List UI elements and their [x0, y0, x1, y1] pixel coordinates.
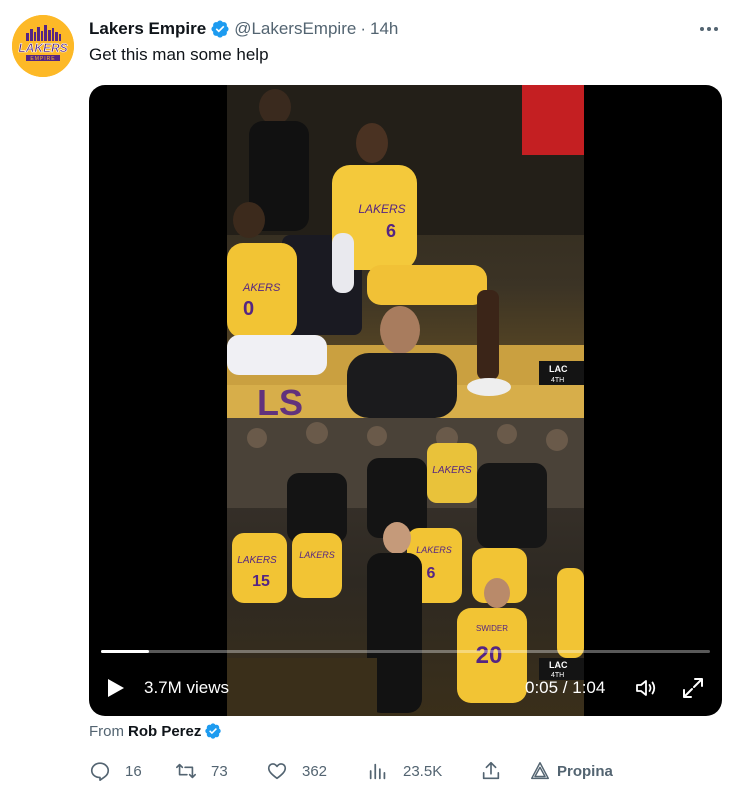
source-from-label: From	[89, 722, 124, 740]
video-progress-fill	[101, 650, 149, 653]
svg-text:LAKERS: LAKERS	[358, 202, 405, 216]
tweet-header: Lakers Empire @LakersEmpire · 14h	[89, 17, 398, 41]
like-button[interactable]: 362	[266, 756, 327, 786]
tip-button[interactable]: Propina	[529, 756, 613, 786]
scoreboard-team: LAC	[549, 660, 568, 670]
svg-text:LAKERS: LAKERS	[432, 465, 472, 476]
retweet-button[interactable]: 73	[175, 756, 228, 786]
jersey-number: 6	[427, 565, 436, 582]
more-dot-icon	[707, 27, 711, 31]
video-source: From Rob Perez	[89, 722, 222, 740]
scoreboard-period: 4TH	[551, 377, 564, 384]
tip-label: Propina	[557, 762, 613, 780]
verified-badge-icon	[205, 723, 222, 739]
jersey-number: 6	[386, 221, 396, 241]
avatar[interactable]: LAKERS EMPIRE	[12, 15, 74, 77]
play-icon[interactable]	[103, 676, 127, 700]
retweet-icon	[176, 763, 196, 779]
tweet-text: Get this man some help	[89, 45, 269, 64]
lakers-empire-logo-icon: LAKERS EMPIRE	[12, 15, 74, 77]
jersey-number: 15	[252, 573, 270, 590]
volume-icon[interactable]	[634, 676, 658, 700]
separator: ·	[360, 19, 366, 38]
video-controls: 3.7M views 0:05 / 1:04	[89, 670, 722, 706]
video-time: 0:05 / 1:04	[525, 678, 606, 697]
reply-count: 16	[125, 762, 142, 780]
fullscreen-icon[interactable]	[681, 676, 705, 700]
jersey-number: 0	[243, 298, 254, 320]
share-icon	[482, 761, 500, 780]
handle[interactable]: @LakersEmpire	[234, 19, 356, 39]
reply-button[interactable]: 16	[89, 756, 142, 786]
analytics-icon	[369, 763, 386, 780]
svg-text:LAKERS: LAKERS	[299, 550, 335, 560]
more-dot-icon	[700, 27, 704, 31]
jersey-text: SWIDER	[476, 624, 508, 633]
logo-text: LAKERS	[18, 41, 67, 55]
source-author-link[interactable]: Rob Perez	[128, 723, 201, 740]
video-frame-top: LS LAKERS 6 AKERS 0 LAC 4TH	[227, 85, 584, 418]
reply-icon	[90, 762, 110, 781]
video-view-count: 3.7M views	[144, 678, 230, 697]
views-button[interactable]: 23.5K	[367, 756, 442, 786]
video-player[interactable]: LS LAKERS 6 AKERS 0 LAC 4TH LAKERS LAKER…	[89, 85, 722, 716]
jersey-number: 20	[476, 642, 503, 669]
svg-text:LAKERS: LAKERS	[416, 545, 452, 555]
share-button[interactable]	[480, 756, 502, 786]
like-count: 362	[302, 762, 328, 780]
tweet-actions: 16 73 362 23.5K Propina	[89, 756, 649, 786]
timestamp[interactable]: 14h	[370, 19, 398, 39]
logo-subtext: EMPIRE	[30, 56, 55, 62]
heart-icon	[267, 763, 287, 780]
retweet-count: 73	[211, 762, 228, 780]
scoreboard-team: LAC	[549, 364, 568, 374]
views-count: 23.5K	[403, 762, 443, 780]
tweet[interactable]: LAKERS EMPIRE Lakers Empire @LakersEmpir…	[0, 0, 737, 791]
more-options-button[interactable]	[697, 17, 721, 41]
more-dot-icon	[714, 27, 718, 31]
video-progress-bar[interactable]	[101, 650, 710, 653]
verified-badge-icon	[211, 20, 229, 38]
svg-text:LAKERS: LAKERS	[237, 555, 277, 566]
display-name[interactable]: Lakers Empire	[89, 19, 206, 39]
svg-text:LS: LS	[257, 382, 303, 418]
tip-icon	[531, 762, 549, 780]
svg-text:AKERS: AKERS	[242, 282, 281, 294]
